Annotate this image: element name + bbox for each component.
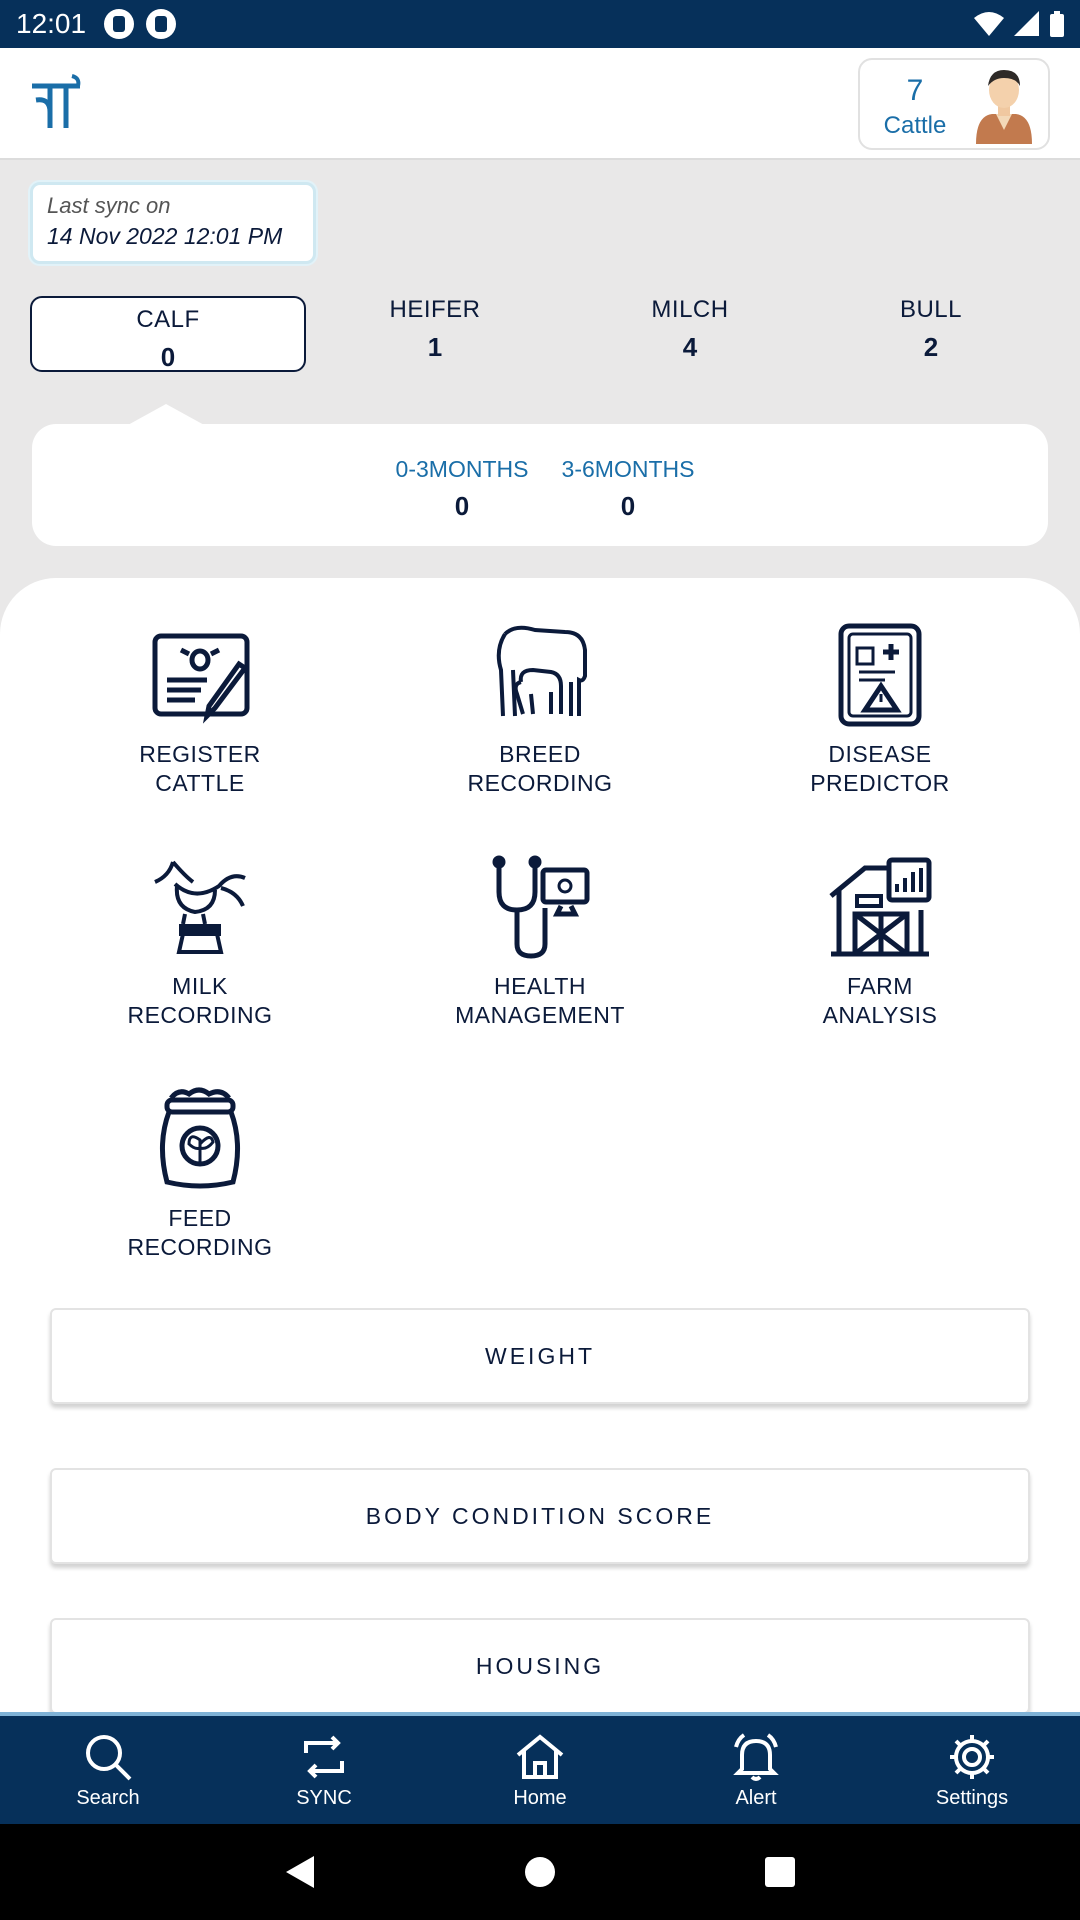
app-logo-icon[interactable] [28,72,84,136]
recents-icon[interactable] [764,1856,796,1888]
home-icon [516,1733,564,1779]
register-cattle-line2: CATTLE [155,770,245,796]
milk-recording-tile[interactable]: MILK RECORDING [50,852,350,1030]
housing-button[interactable]: HOUSING [50,1618,1030,1712]
app-bar: 7 Cattle [0,48,1080,160]
nav-home-label: Home [513,1786,567,1809]
health-management-icon [492,855,590,959]
nav-settings[interactable]: Settings [864,1716,1080,1824]
weight-button[interactable]: WEIGHT [50,1308,1030,1404]
main-panel: REGISTER CATTLE BREED RECORDING DISEASE … [0,578,1080,1712]
breed-recording-icon [496,625,587,717]
sync-icon [304,1735,344,1778]
tab-milch-count: 4 [682,332,698,362]
gear-icon [950,1734,994,1779]
last-sync-date: 14 Nov 2022 12:01 PM [47,223,283,249]
health-management-tile[interactable]: HEALTH MANAGEMENT [390,852,690,1030]
health-management-line1: HEALTH [493,973,587,999]
calf-age-0-3[interactable]: 0-3MONTHS 0 [382,456,542,522]
farm-analysis-line1: FARM [847,973,913,999]
tab-bull[interactable]: BULL 2 [846,296,1016,363]
calf-age-card: 0-3MONTHS 0 3-6MONTHS 0 [32,424,1048,546]
tab-calf-count: 0 [160,342,176,372]
tab-bull-label: BULL [899,296,963,323]
feed-recording-icon [159,1087,241,1189]
disease-predictor-icon [838,623,922,727]
tab-pointer [126,404,206,426]
feed-recording-tile[interactable]: FEED RECORDING [50,1084,350,1262]
last-sync-card: Last sync on 14 Nov 2022 12:01 PM [30,182,316,264]
calf-age-3-6-count: 0 [620,491,636,521]
breed-recording-line1: BREED [499,741,581,767]
nav-search[interactable]: Search [0,1716,216,1824]
farm-analysis-icon [829,857,932,957]
nav-sync[interactable]: SYNC [216,1716,432,1824]
farm-analysis-tile[interactable]: FARM ANALYSIS [730,852,1030,1030]
signal-icon [1014,11,1039,36]
nav-sync-label: SYNC [296,1786,352,1809]
tab-milch[interactable]: MILCH 4 [605,296,775,363]
feed-recording-line1: FEED [168,1205,232,1231]
milk-recording-line2: RECORDING [127,1002,273,1028]
feed-recording-line2: RECORDING [127,1234,273,1260]
farm-analysis-line2: ANALYSIS [822,1002,938,1028]
system-nav-bar [0,1824,1080,1920]
nav-alert-label: Alert [735,1786,777,1809]
disease-predictor-line1: DISEASE [828,741,932,767]
search-icon [86,1734,132,1780]
breed-recording-tile[interactable]: BREED RECORDING [390,620,690,798]
calf-age-0-3-label: 0-3MONTHS [395,456,529,482]
home-circle-icon[interactable] [524,1856,556,1888]
health-management-line2: MANAGEMENT [455,1002,625,1028]
breed-recording-line2: RECORDING [467,770,613,796]
nav-search-label: Search [76,1786,140,1809]
milk-recording-icon [154,860,246,954]
calf-age-0-3-count: 0 [454,491,470,521]
milk-recording-line1: MILK [172,973,228,999]
tab-heifer-label: HEIFER [389,296,481,323]
register-cattle-line1: REGISTER [139,741,261,767]
tab-heifer-count: 1 [427,332,443,362]
battery-icon [1050,11,1064,37]
avatar[interactable] [972,66,1036,144]
nav-alert[interactable]: Alert [648,1716,864,1824]
tab-calf-label: CALF [136,306,200,333]
disease-predictor-line2: PREDICTOR [810,770,950,796]
last-sync-label: Last sync on [47,193,171,218]
disease-predictor-tile[interactable]: DISEASE PREDICTOR [730,620,1030,798]
register-cattle-tile[interactable]: REGISTER CATTLE [50,620,350,798]
calf-age-3-6-label: 3-6MONTHS [561,456,695,482]
bottom-nav: Search SYNC Home Alert Settings [0,1712,1080,1824]
app-status-icon [146,9,177,39]
sync-status-icon [104,9,135,39]
cattle-count: 7 [906,74,924,107]
status-bar: 12:01 [0,0,1080,48]
tab-calf[interactable]: CALF 0 [30,296,306,372]
bell-icon [733,1732,779,1781]
status-time: 12:01 [16,8,87,39]
cattle-count-card[interactable]: 7 Cattle [858,58,1050,150]
cattle-label: Cattle [883,112,947,139]
back-icon[interactable] [284,1854,316,1890]
wifi-icon [974,12,1004,36]
tab-bull-count: 2 [923,332,939,362]
body-condition-score-button[interactable]: BODY CONDITION SCORE [50,1468,1030,1564]
tab-heifer[interactable]: HEIFER 1 [350,296,520,363]
nav-settings-label: Settings [935,1786,1009,1809]
tab-milch-label: MILCH [651,296,729,323]
calf-age-3-6[interactable]: 3-6MONTHS 0 [548,456,708,522]
register-cattle-icon [152,633,250,724]
nav-home[interactable]: Home [432,1716,648,1824]
